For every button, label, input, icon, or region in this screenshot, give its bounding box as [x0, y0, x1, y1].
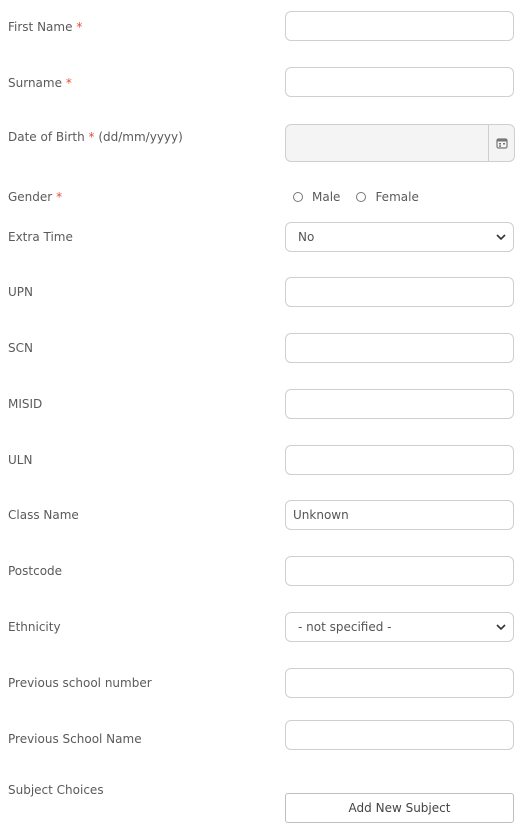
dob-label: Date of Birth * (dd/mm/yyyy): [8, 130, 183, 144]
calendar-icon: [495, 138, 508, 149]
scn-label: SCN: [8, 341, 33, 355]
prev-school-name-label: Previous School Name: [8, 732, 142, 746]
postcode-label: Postcode: [8, 564, 63, 578]
ethnicity-label: Ethnicity: [8, 620, 61, 634]
surname-label: Surname *: [8, 76, 72, 90]
upn-input[interactable]: [285, 277, 514, 307]
postcode-input[interactable]: [285, 556, 514, 586]
misid-label: MISID: [8, 397, 43, 411]
gender-label: Gender *: [8, 190, 63, 204]
chevron-down-icon: [495, 231, 507, 243]
prev-school-number-label: Previous school number: [8, 676, 152, 690]
gender-option-male[interactable]: Male: [293, 190, 340, 204]
gender-option-female[interactable]: Female: [356, 190, 419, 204]
chevron-down-icon: [495, 621, 507, 633]
radio-female[interactable]: [356, 192, 367, 202]
first-name-label: First Name *: [8, 20, 83, 34]
radio-male[interactable]: [293, 192, 303, 202]
uln-label: ULN: [8, 453, 33, 467]
ethnicity-select[interactable]: - not specified -: [285, 612, 514, 642]
class-name-label: Class Name: [8, 508, 79, 522]
required-asterisk: *: [56, 190, 63, 204]
scn-input[interactable]: [285, 333, 514, 363]
class-name-input[interactable]: Unknown: [285, 500, 514, 530]
extra-time-select[interactable]: No: [285, 222, 514, 252]
required-asterisk: *: [76, 20, 83, 34]
subject-choices-label: Subject Choices: [8, 783, 104, 797]
misid-input[interactable]: [285, 389, 514, 419]
upn-label: UPN: [8, 285, 33, 299]
prev-school-number-input[interactable]: [285, 668, 514, 698]
date-picker-button[interactable]: [489, 124, 515, 162]
date-format-hint: (dd/mm/yyyy): [98, 130, 183, 144]
prev-school-name-input[interactable]: [285, 720, 514, 750]
gender-radio-group: Male Female: [293, 190, 435, 204]
required-asterisk: *: [88, 130, 95, 144]
add-new-subject-button[interactable]: Add New Subject: [285, 793, 514, 823]
extra-time-label: Extra Time: [8, 230, 73, 244]
first-name-input[interactable]: [285, 11, 514, 41]
required-asterisk: *: [65, 76, 72, 90]
surname-input[interactable]: [285, 67, 514, 97]
uln-input[interactable]: [285, 445, 514, 475]
dob-input[interactable]: [285, 124, 489, 162]
